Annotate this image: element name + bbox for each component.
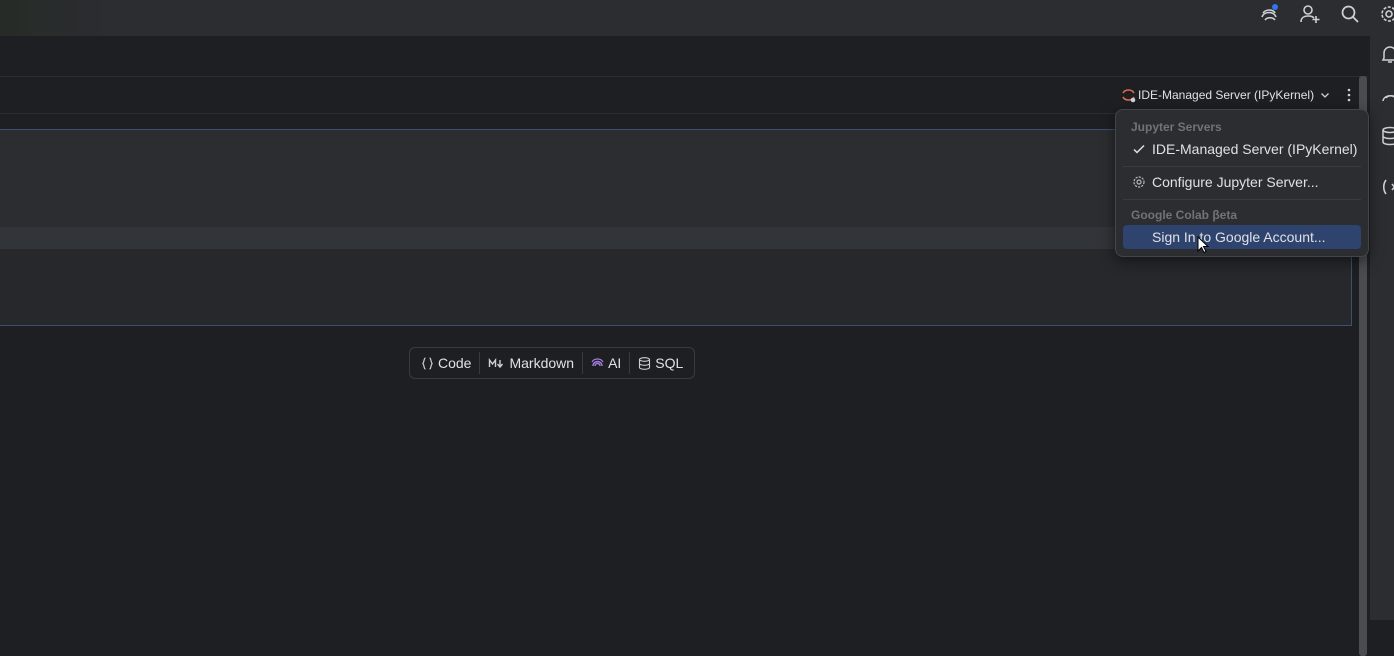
settings-gear-icon[interactable]	[1378, 3, 1394, 25]
add-code-label: Code	[438, 355, 472, 371]
kernel-popup-menu: Jupyter Servers IDE-Managed Server (IPyK…	[1115, 109, 1369, 257]
menu-item-ide-managed-server[interactable]: IDE-Managed Server (IPyKernel)	[1123, 137, 1361, 161]
kernel-selector-label: IDE-Managed Server (IPyKernel)	[1138, 88, 1315, 102]
braces-icon	[422, 356, 433, 370]
right-tool-strip	[1370, 36, 1394, 620]
add-code-cell-button[interactable]: Code	[413, 351, 479, 375]
menu-item-configure-jupyter-server[interactable]: Configure Jupyter Server...	[1123, 170, 1361, 194]
menu-item-label: Configure Jupyter Server...	[1152, 174, 1319, 190]
add-markdown-label: Markdown	[509, 355, 575, 371]
notifications-bell-icon[interactable]	[1380, 44, 1394, 64]
add-ai-cell-button[interactable]: AI	[583, 351, 629, 375]
gear-icon	[1133, 176, 1145, 188]
ai-chat-icon[interactable]	[1380, 86, 1394, 106]
add-cell-toolbar: Code Markdown AI SQL	[409, 347, 696, 379]
add-ai-label: AI	[608, 355, 622, 371]
add-sql-cell-button[interactable]: SQL	[630, 351, 691, 375]
ai-spiral-icon	[591, 357, 604, 366]
variables-icon[interactable]	[1380, 177, 1394, 197]
kernel-selector[interactable]: IDE-Managed Server (IPyKernel)	[1120, 85, 1330, 105]
google-colab-header: Google Colab βeta	[1131, 208, 1238, 222]
add-sql-label: SQL	[655, 355, 684, 371]
menu-item-sign-in-google[interactable]: Sign In to Google Account...	[1123, 225, 1361, 249]
more-options-icon[interactable]	[1340, 85, 1358, 105]
menu-separator	[1123, 166, 1361, 167]
mouse-cursor-icon	[1197, 236, 1209, 254]
database-icon	[639, 356, 651, 370]
menu-item-label: Sign In to Google Account...	[1152, 229, 1326, 245]
checkmark-icon	[1133, 144, 1145, 154]
menu-item-label: IDE-Managed Server (IPyKernel)	[1152, 141, 1358, 157]
menu-separator	[1123, 199, 1361, 200]
search-icon[interactable]	[1339, 3, 1361, 25]
jupyter-kernel-icon	[1122, 89, 1136, 103]
ai-assistant-icon[interactable]	[1258, 3, 1280, 25]
markdown-icon	[489, 357, 504, 368]
title-bar	[0, 0, 1394, 36]
chevron-down-icon	[1321, 93, 1330, 98]
database-icon[interactable]	[1380, 126, 1394, 146]
add-user-icon[interactable]	[1299, 3, 1321, 25]
cell-output-area	[0, 249, 1351, 325]
add-markdown-cell-button[interactable]: Markdown	[480, 351, 582, 375]
jupyter-servers-header: Jupyter Servers	[1131, 120, 1222, 134]
editor-tabs-bar	[0, 36, 1368, 77]
